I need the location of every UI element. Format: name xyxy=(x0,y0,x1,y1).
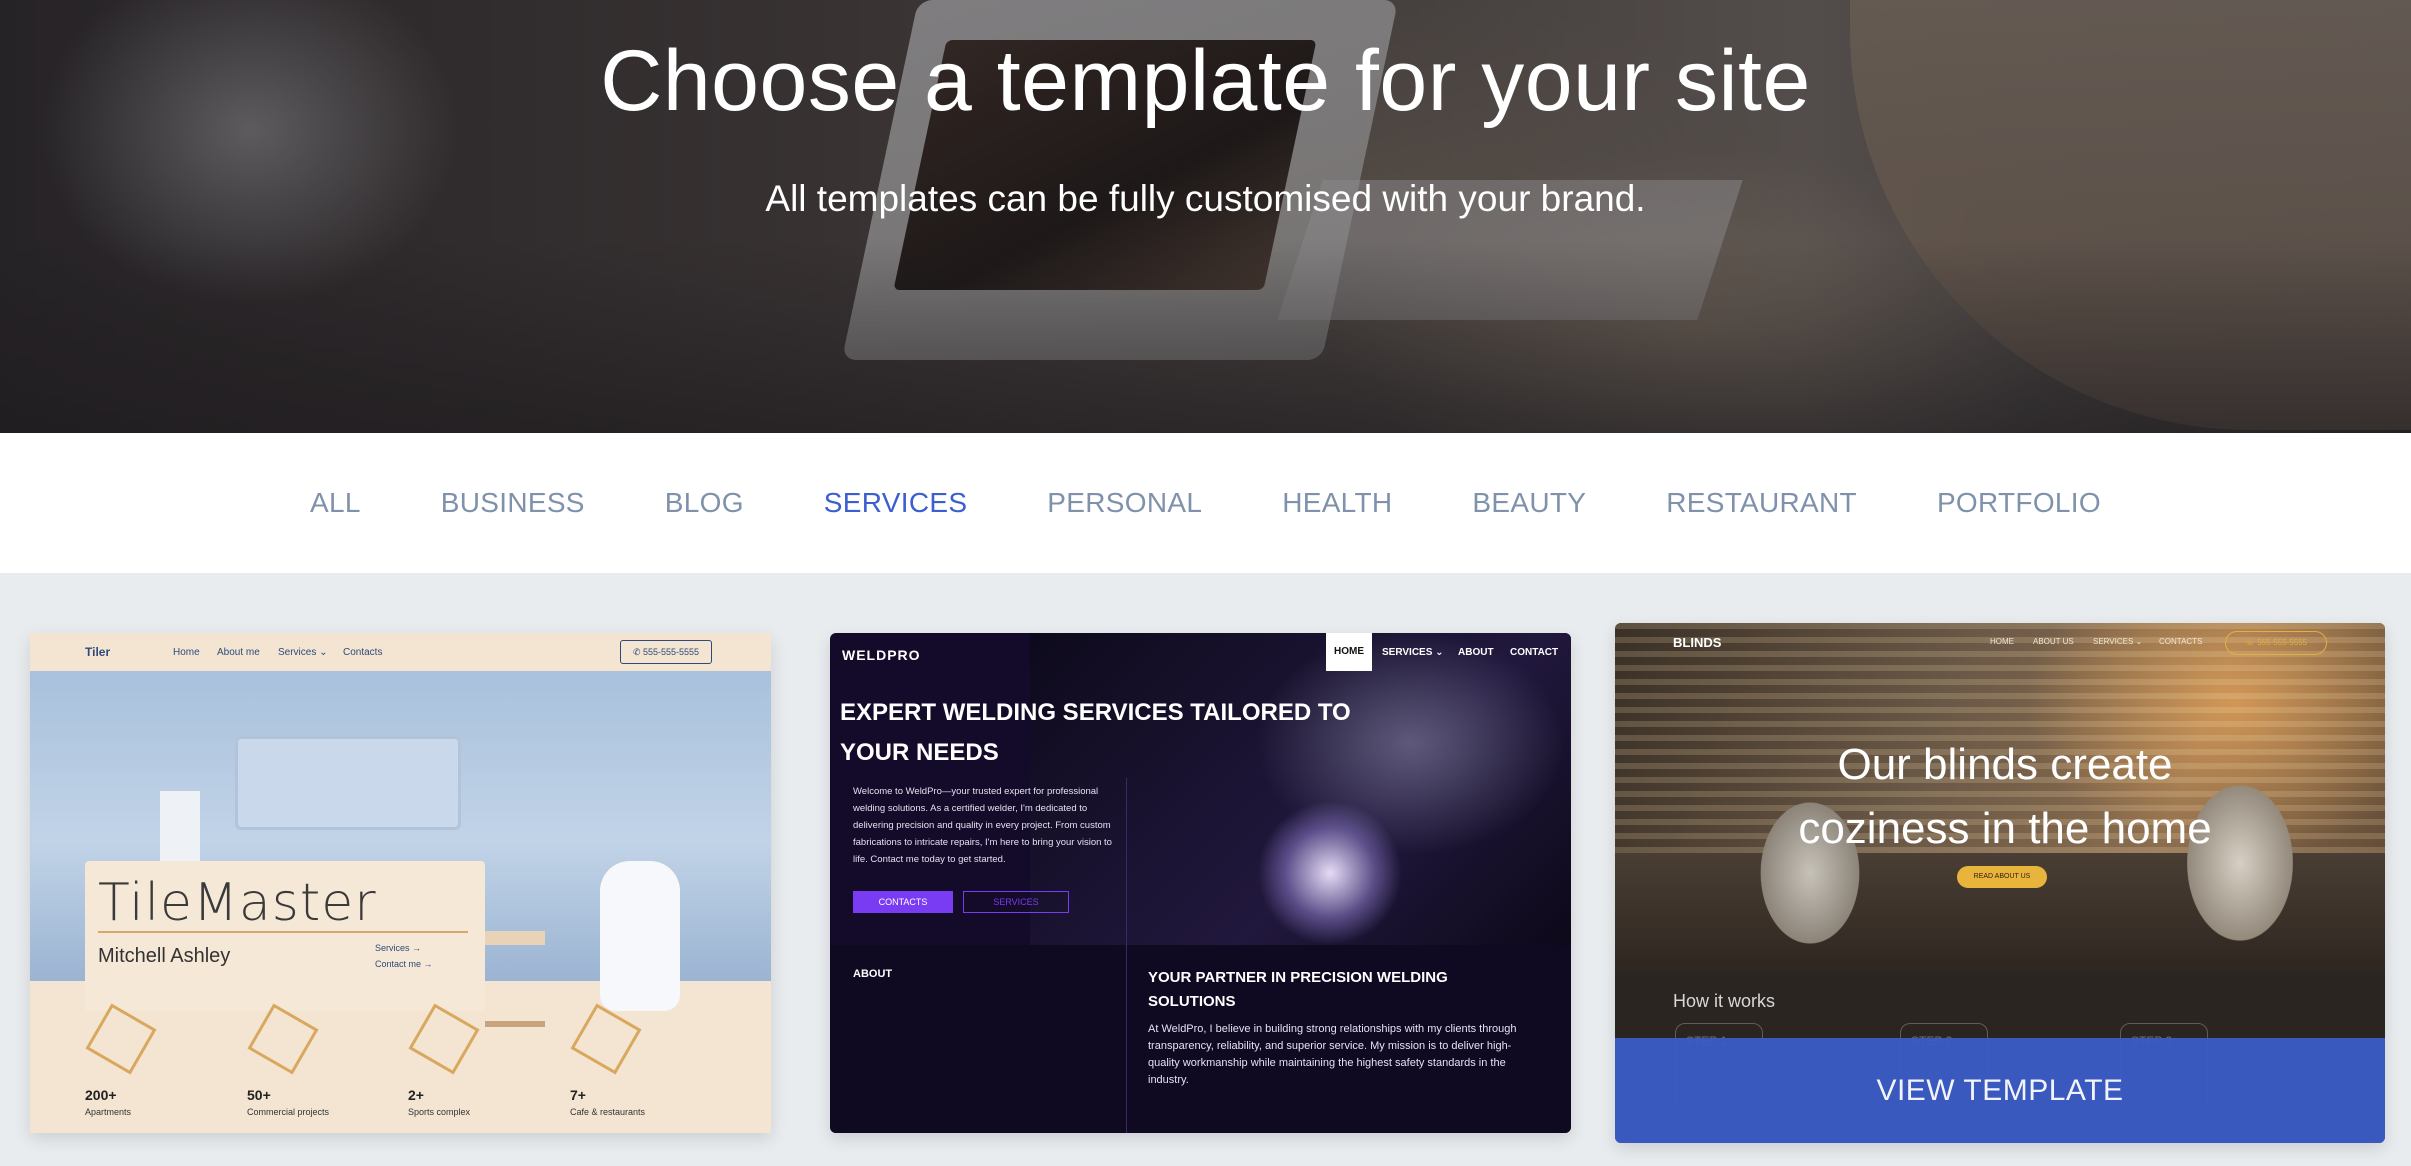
preview-contacts-button: CONTACTS xyxy=(853,891,953,913)
preview-logo: BLINDS xyxy=(1673,635,1722,650)
preview-navbar: Tiler Home About me Services ⌄ Contacts … xyxy=(30,633,771,671)
tab-portfolio[interactable]: PORTFOLIO xyxy=(1937,487,2101,519)
stat-number: 200+ xyxy=(85,1087,117,1103)
tab-personal[interactable]: PERSONAL xyxy=(1047,487,1202,519)
preview-services-button: SERVICES xyxy=(963,891,1069,913)
category-filter-bar: ALL BUSINESS BLOG SERVICES PERSONAL HEAL… xyxy=(0,433,2411,573)
tab-blog[interactable]: BLOG xyxy=(665,487,744,519)
tab-services[interactable]: SERVICES xyxy=(824,487,968,519)
preview-phone-button: ✆ 555-555-5555 xyxy=(620,640,712,664)
preview-about-label: ABOUT xyxy=(853,968,893,980)
preview-logo: Tiler xyxy=(85,645,111,659)
category-tabs: ALL BUSINESS BLOG SERVICES PERSONAL HEAL… xyxy=(0,433,2411,573)
preview-nav-link: CONTACT xyxy=(1510,647,1559,658)
stat-number: 7+ xyxy=(570,1087,586,1103)
hexagon-icon xyxy=(247,1003,319,1075)
stat-label: Commercial projects xyxy=(247,1107,330,1117)
preview-nav-link: SERVICES ⌄ xyxy=(2093,637,2143,646)
tab-health[interactable]: HEALTH xyxy=(1282,487,1392,519)
preview-stat: 200+ Apartments xyxy=(85,1003,205,1117)
stat-label: Cafe & restaurants xyxy=(570,1107,646,1117)
preview-nav-link: HOME xyxy=(1990,637,2014,646)
stat-label: Apartments xyxy=(85,1107,132,1117)
stat-number: 50+ xyxy=(247,1087,271,1103)
preview-services-link: Services → xyxy=(375,943,422,953)
tab-restaurant[interactable]: RESTAURANT xyxy=(1666,487,1857,519)
hexagon-icon xyxy=(408,1003,480,1075)
preview-phone-button: ☏ 555-555-5555 xyxy=(2225,631,2327,655)
page-title: Choose a template for your site xyxy=(600,33,1811,129)
hero-banner: Choose a template for your site All temp… xyxy=(0,0,2411,433)
view-template-button[interactable]: VIEW TEMPLATE xyxy=(1615,1038,2385,1143)
preview-logo: WELDPRO xyxy=(842,647,921,663)
preview-stat: 2+ Sports complex xyxy=(408,1003,528,1117)
preview-person-name: Mitchell Ashley xyxy=(98,945,231,967)
preview-how-title: How it works xyxy=(1673,991,1776,1011)
preview-nav-link: SERVICES ⌄ xyxy=(1382,647,1444,658)
toilet-shape xyxy=(600,861,680,1011)
preview-nav-link: About me xyxy=(217,647,260,658)
preview-nav-home: HOME xyxy=(1326,633,1372,671)
preview-partner-title: YOUR PARTNER IN PRECISION WELDING SOLUTI… xyxy=(1148,969,1448,1010)
tab-business[interactable]: BUSINESS xyxy=(441,487,585,519)
stat-number: 2+ xyxy=(408,1087,424,1103)
preview-cta-button: READ ABOUT US xyxy=(1957,866,2047,888)
tab-beauty[interactable]: BEAUTY xyxy=(1472,487,1586,519)
page-subtitle: All templates can be fully customised wi… xyxy=(765,178,1646,219)
preview-intro-text: Welcome to WeldPro—your trusted expert f… xyxy=(853,786,1112,865)
template-card-weldpro[interactable]: WELDPRO HOME SERVICES ⌄ ABOUT CONTACT EX… xyxy=(830,633,1571,1133)
hexagon-icon xyxy=(570,1003,642,1075)
stat-label: Sports complex xyxy=(408,1107,471,1117)
preview-nav-link: Contacts xyxy=(343,647,383,658)
preview-headline: EXPERT WELDING SERVICES TAILORED TO YOUR… xyxy=(840,699,1351,766)
preview-nav-link: CONTACTS xyxy=(2159,637,2203,646)
preview-headline: Our blinds create coziness in the home xyxy=(1798,740,2212,853)
template-card-blinds[interactable]: BLINDS HOME ABOUT US SERVICES ⌄ CONTACTS… xyxy=(1615,623,2385,1143)
mirror-shape xyxy=(235,736,461,830)
preview-divider xyxy=(1126,778,1127,1133)
preview-divider xyxy=(98,931,468,933)
preview-contact-link: Contact me → xyxy=(375,959,433,969)
preview-nav-link: ABOUT US xyxy=(2033,637,2074,646)
preview-brand-name: TileMaster xyxy=(98,873,377,933)
preview-stat: 50+ Commercial projects xyxy=(247,1003,367,1117)
preview-nav-link: Home xyxy=(173,647,200,658)
preview-nav-link: ABOUT xyxy=(1458,647,1494,658)
template-card-tilemaster[interactable]: Tiler Home About me Services ⌄ Contacts … xyxy=(30,633,771,1133)
preview-stat: 7+ Cafe & restaurants xyxy=(570,1003,690,1117)
tab-all[interactable]: ALL xyxy=(310,487,361,519)
preview-partner-text: At WeldPro, I believe in building strong… xyxy=(1148,1023,1517,1086)
hexagon-icon xyxy=(85,1003,157,1075)
preview-nav-link: Services ⌄ xyxy=(278,647,328,658)
